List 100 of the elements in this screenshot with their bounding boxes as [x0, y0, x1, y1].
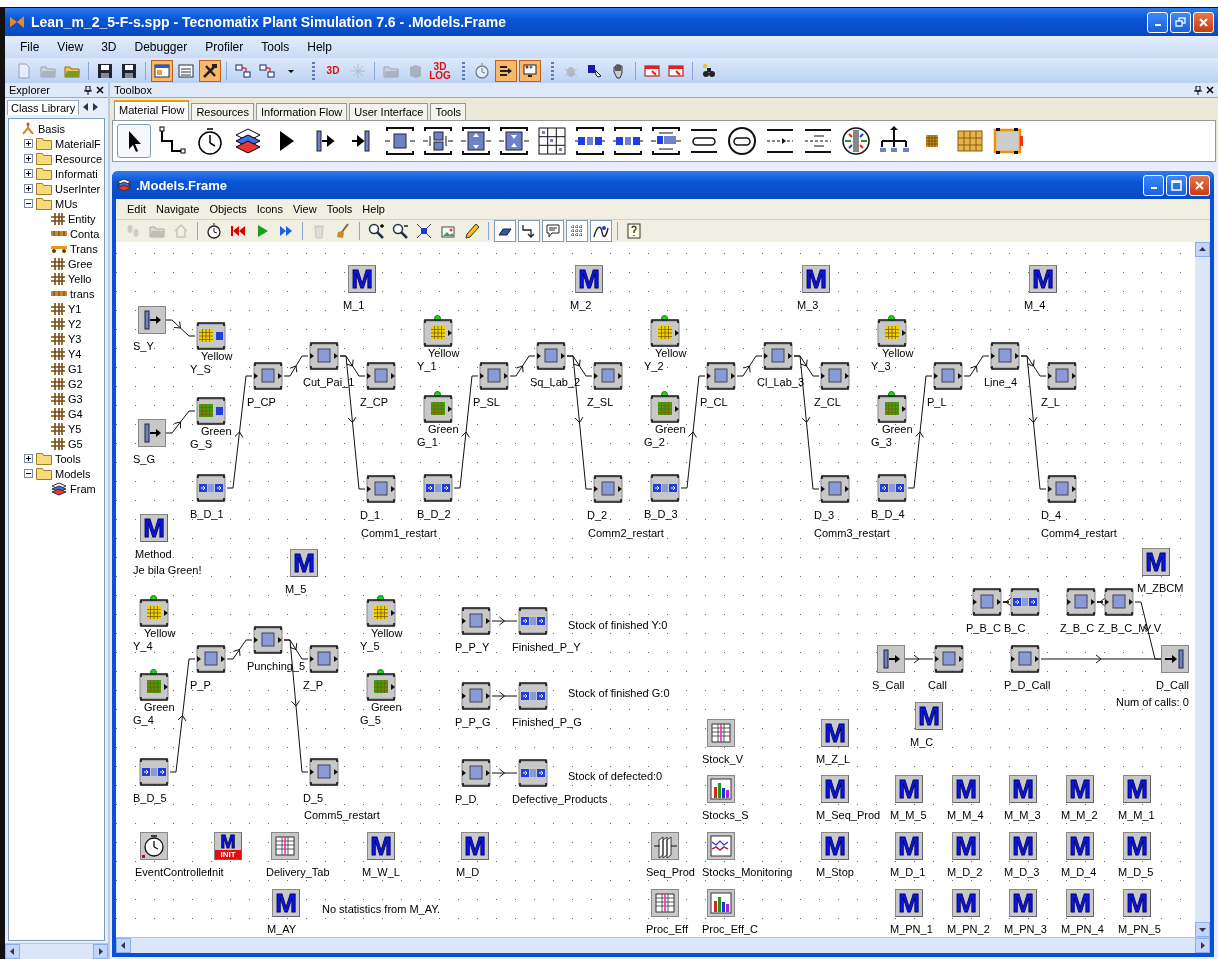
- source-station-icon[interactable]: [138, 673, 170, 701]
- method-icon[interactable]: M: [1009, 775, 1037, 803]
- scroll-right-icon[interactable]: [1199, 942, 1206, 949]
- buffer-icon[interactable]: [138, 758, 170, 786]
- scroll-right-icon[interactable]: [93, 103, 100, 111]
- buffer-icon[interactable]: [876, 474, 908, 502]
- menu-item[interactable]: File: [13, 38, 47, 56]
- method-icon[interactable]: M: [1123, 775, 1151, 803]
- tree-item[interactable]: G1: [68, 362, 83, 375]
- station-icon[interactable]: [365, 475, 397, 503]
- station-icon[interactable]: [308, 758, 340, 786]
- method-icon[interactable]: M: [802, 265, 830, 293]
- arrows-icon[interactable]: [495, 59, 517, 82]
- buffer-icon[interactable]: [195, 474, 227, 502]
- station-icon[interactable]: [460, 759, 492, 787]
- scroll-up-icon[interactable]: [1199, 246, 1206, 253]
- source-station-icon[interactable]: [422, 319, 454, 347]
- buffer-icon[interactable]: [1009, 588, 1041, 616]
- method-icon[interactable]: M: [140, 514, 168, 542]
- tree-item[interactable]: Informati: [55, 167, 98, 180]
- station-icon[interactable]: [1103, 588, 1135, 616]
- drain-icon[interactable]: [1161, 645, 1189, 673]
- station-icon[interactable]: [460, 682, 492, 710]
- connector-line[interactable]: [165, 319, 196, 337]
- method-icon[interactable]: M: [1009, 832, 1037, 860]
- method-icon[interactable]: M: [915, 702, 943, 730]
- source-icon[interactable]: [877, 645, 905, 673]
- station-icon[interactable]: [592, 362, 624, 390]
- station-icon[interactable]: [460, 607, 492, 635]
- buffer-icon[interactable]: [573, 124, 607, 158]
- method-icon[interactable]: M: [1029, 265, 1057, 293]
- tree-item[interactable]: Tools: [55, 452, 81, 465]
- menu-item[interactable]: Edit: [122, 201, 151, 217]
- close-button[interactable]: [1193, 11, 1214, 33]
- source-station-icon[interactable]: [422, 395, 454, 423]
- parallel-station-icon[interactable]: [421, 124, 455, 158]
- connector-line[interactable]: [904, 654, 934, 664]
- scroll-right-icon[interactable]: [97, 948, 104, 955]
- connector-line[interactable]: [491, 616, 518, 626]
- connector-line[interactable]: [491, 768, 518, 778]
- station-icon[interactable]: [932, 362, 964, 390]
- line-chart-icon[interactable]: [707, 832, 735, 860]
- station-icon[interactable]: [762, 342, 794, 370]
- tree-item[interactable]: Y3: [68, 332, 82, 345]
- connector-line[interactable]: [283, 355, 309, 377]
- tree-item[interactable]: Y2: [68, 317, 82, 330]
- station-icon[interactable]: [308, 342, 340, 370]
- menu-item[interactable]: Navigate: [150, 201, 205, 217]
- method-icon[interactable]: M: [1009, 889, 1037, 917]
- 3d-button[interactable]: 3D: [321, 66, 345, 75]
- station-icon[interactable]: [535, 342, 567, 370]
- buffer-icon[interactable]: [517, 607, 549, 635]
- station-icon[interactable]: [819, 475, 851, 503]
- toolbox-tab[interactable]: Material Flow: [114, 100, 190, 120]
- close-button[interactable]: [1189, 174, 1210, 196]
- method-icon[interactable]: M: [1123, 889, 1151, 917]
- tree-item[interactable]: Basis: [38, 122, 65, 135]
- dismantle-station-icon[interactable]: [497, 124, 531, 158]
- curve-icon[interactable]: [590, 220, 612, 242]
- method-icon[interactable]: M: [461, 832, 489, 860]
- menu-item[interactable]: View: [50, 38, 91, 56]
- method-icon[interactable]: M: [272, 889, 300, 917]
- method-icon[interactable]: M: [895, 832, 923, 860]
- menu-item[interactable]: Debugger: [127, 38, 195, 56]
- expand-icon[interactable]: [24, 139, 33, 148]
- tree-item[interactable]: G5: [68, 437, 83, 450]
- expand-icon[interactable]: [24, 169, 33, 178]
- method-icon[interactable]: M: [1142, 548, 1170, 576]
- station-icon[interactable]: [971, 588, 1003, 616]
- source-station-icon[interactable]: [876, 319, 908, 347]
- tree-item[interactable]: Yello: [68, 272, 92, 285]
- expand-icon[interactable]: [24, 154, 33, 163]
- buffer-icon[interactable]: [517, 759, 549, 787]
- connector-line[interactable]: [491, 691, 518, 701]
- menu-item[interactable]: Icons: [251, 201, 288, 217]
- tree-item[interactable]: trans: [70, 287, 95, 300]
- maximize-button[interactable]: [1166, 174, 1187, 196]
- bar-chart-icon[interactable]: [707, 775, 735, 803]
- tree-item[interactable]: Resource: [55, 152, 103, 165]
- menu-item[interactable]: View: [288, 201, 322, 217]
- table-icon[interactable]: [651, 889, 679, 917]
- method-icon[interactable]: M: [952, 832, 980, 860]
- tree-item[interactable]: Fram: [70, 482, 96, 495]
- method-icon[interactable]: M: [575, 265, 603, 293]
- station-icon[interactable]: [195, 645, 227, 673]
- station-icon[interactable]: [933, 645, 965, 673]
- collapse-icon[interactable]: [24, 469, 33, 478]
- menu-item[interactable]: Tools: [254, 38, 297, 56]
- close-icon[interactable]: [96, 86, 104, 94]
- menu-item[interactable]: Tools: [321, 201, 358, 217]
- toolbox-tab[interactable]: Resources: [191, 103, 254, 120]
- method-icon[interactable]: M: [1066, 775, 1094, 803]
- tree-item[interactable]: Gree: [68, 257, 93, 270]
- method-icon[interactable]: M: [367, 832, 395, 860]
- connector-icon[interactable]: [518, 220, 540, 242]
- method-icon[interactable]: M: [1123, 832, 1151, 860]
- tree-item[interactable]: G2: [68, 377, 83, 390]
- table-icon[interactable]: [707, 719, 735, 747]
- station-icon[interactable]: [478, 362, 510, 390]
- source-station-icon[interactable]: [138, 599, 170, 627]
